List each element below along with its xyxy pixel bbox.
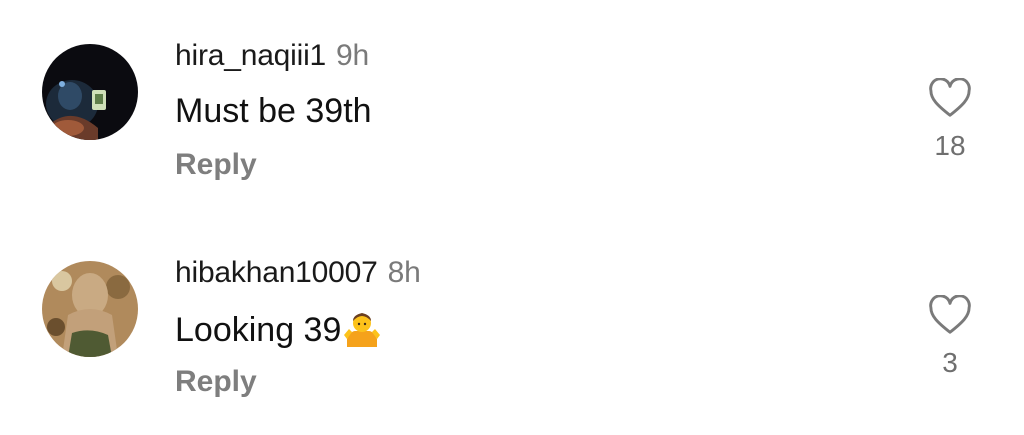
comment-author[interactable]: hibakhan10007 8h: [175, 256, 421, 290]
like-count: 18: [934, 130, 966, 161]
comment-text-content: Looking 39: [175, 311, 342, 349]
comment-author[interactable]: hira_naqiii1 9h: [175, 39, 369, 73]
reply-button[interactable]: Reply: [175, 148, 257, 182]
comment-item: hira_naqiii1 9h Must be 39th Reply 18: [0, 38, 1024, 218]
heart-outline-icon[interactable]: [928, 295, 972, 335]
like-count: 3: [942, 347, 958, 378]
username[interactable]: hira_naqiii1: [175, 39, 326, 72]
reply-button[interactable]: Reply: [175, 365, 257, 399]
username[interactable]: hibakhan10007: [175, 256, 378, 289]
comment-text: Looking 39: [175, 309, 381, 356]
avatar[interactable]: [42, 44, 138, 140]
heart-outline-icon[interactable]: [928, 78, 972, 118]
comment-timestamp: 8h: [387, 256, 421, 289]
comment-text: Must be 39th: [175, 92, 372, 130]
comment-timestamp: 9h: [336, 39, 370, 72]
person-shrugging-emoji-icon: [343, 309, 381, 356]
like-button[interactable]: 3: [922, 295, 978, 379]
comment-item: hibakhan10007 8h Looking 39 Reply 3: [0, 255, 1024, 435]
like-button[interactable]: 18: [922, 78, 978, 162]
avatar[interactable]: [42, 261, 138, 357]
